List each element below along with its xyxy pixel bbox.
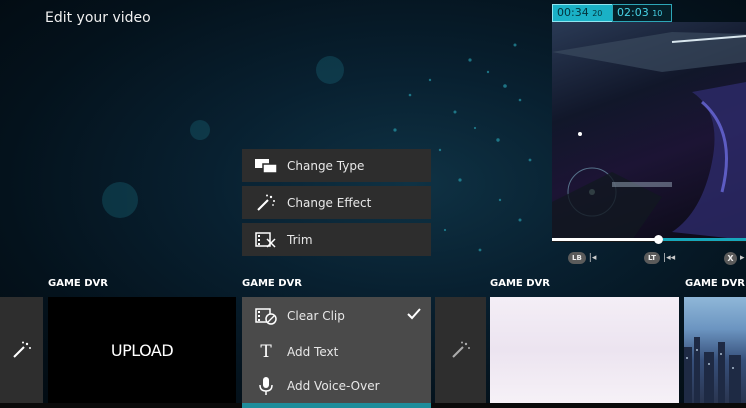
upload-tile[interactable]: UPLOAD <box>48 297 236 403</box>
clip-label: GAME DVR <box>242 278 302 289</box>
clip-label: GAME DVR <box>685 278 745 289</box>
clear-clip-menu-item[interactable]: Clear Clip <box>242 297 431 334</box>
trim-icon <box>253 230 279 250</box>
play-control[interactable]: X ▸ <box>724 251 745 265</box>
playback-scrubber[interactable] <box>552 235 746 244</box>
clip-thumbnail[interactable] <box>684 297 746 403</box>
magic-wand-icon <box>253 193 279 213</box>
clip-label: GAME DVR <box>48 278 108 289</box>
add-text-menu-item[interactable]: T Add Text <box>242 334 431 369</box>
page-title: Edit your video <box>45 10 151 26</box>
text-icon: T <box>260 341 272 362</box>
selected-clip-indicator <box>242 403 431 408</box>
scrubber-handle[interactable] <box>654 235 663 244</box>
change-type-icon <box>253 156 279 176</box>
skip-back-control[interactable]: LB |◂ <box>568 251 596 265</box>
effect-slot[interactable] <box>0 297 43 403</box>
total-time-display: 02:03 10 <box>612 4 672 22</box>
trim-menu-item[interactable]: Trim <box>242 223 431 256</box>
checkmark-icon <box>407 305 421 324</box>
change-type-menu-item[interactable]: Change Type <box>242 149 431 182</box>
rewind-control[interactable]: LT |◂◂ <box>644 251 675 265</box>
rewind-icon: |◂◂ <box>663 253 676 263</box>
magic-wand-icon <box>451 341 470 358</box>
skip-back-icon: |◂ <box>588 253 597 263</box>
video-preview-panel: 00:34 20 02:03 10 LB |◂ LT |◂◂ X ▸ <box>552 0 746 272</box>
add-voice-over-menu-item[interactable]: Add Voice-Over <box>242 369 431 403</box>
play-icon: ▸ <box>740 253 745 263</box>
change-effect-menu-item[interactable]: Change Effect <box>242 186 431 219</box>
magic-wand-icon <box>12 341 31 358</box>
current-time-display: 00:34 20 <box>552 4 618 22</box>
clip-thumbnail[interactable] <box>490 297 679 403</box>
clip-label: GAME DVR <box>490 278 550 289</box>
effect-slot[interactable] <box>435 297 486 403</box>
game-scene-illustration <box>552 32 746 240</box>
video-frame[interactable] <box>552 22 746 242</box>
clear-clip-icon <box>253 306 279 326</box>
city-scene-illustration <box>684 337 741 403</box>
microphone-icon <box>253 376 279 396</box>
